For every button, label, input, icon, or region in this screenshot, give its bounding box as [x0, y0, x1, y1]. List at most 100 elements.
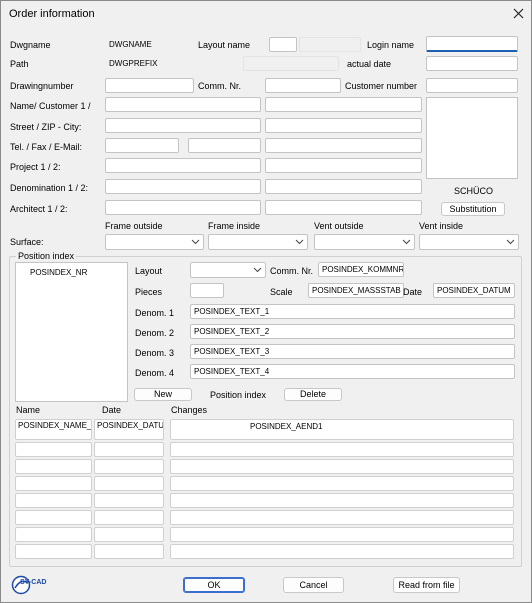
chevron-down-icon — [402, 237, 411, 247]
title-bar: Order information — [0, 0, 532, 28]
changes-text-cell[interactable] — [170, 527, 514, 542]
changes-name-cell[interactable] — [15, 476, 92, 491]
drawingnumber-field[interactable] — [105, 78, 194, 93]
pos-date-label: Date — [403, 287, 423, 297]
changes-text-cell[interactable] — [170, 459, 514, 474]
changes-text-cell[interactable] — [170, 544, 514, 559]
layout-select[interactable] — [190, 262, 266, 278]
changes-name-cell[interactable] — [15, 527, 92, 542]
customer-1-field[interactable] — [105, 97, 261, 112]
frame-inside-select[interactable] — [208, 234, 308, 250]
changes-date-cell[interactable] — [94, 459, 164, 474]
changes-name-cell[interactable]: POSINDEX_NAME_AEND1 — [15, 419, 92, 440]
changes-name-cell[interactable] — [15, 442, 92, 457]
customer-number-label: Customer number — [345, 81, 418, 91]
architect-2-field[interactable] — [265, 200, 422, 215]
changes-date-cell[interactable] — [94, 527, 164, 542]
fax-field[interactable] — [188, 138, 261, 153]
sy-cad-logo: SY-CAD — [11, 575, 49, 595]
delete-button[interactable]: Delete — [284, 388, 342, 401]
close-icon[interactable] — [512, 7, 525, 20]
denomination-1-field[interactable] — [105, 179, 261, 194]
changes-name-cell[interactable] — [15, 459, 92, 474]
new-button[interactable]: New — [134, 388, 192, 401]
email-field[interactable] — [265, 138, 422, 153]
login-name-field[interactable] — [426, 36, 518, 52]
changes-date-cell[interactable] — [94, 493, 164, 508]
path-extra-field — [243, 56, 339, 71]
name-customer-label: Name/ Customer 1 / — [10, 101, 91, 111]
frame-outside-select[interactable] — [105, 234, 204, 250]
read-from-file-button[interactable]: Read from file — [393, 577, 460, 593]
project-label: Project 1 / 2: — [10, 162, 61, 172]
changes-name-cell[interactable] — [15, 493, 92, 508]
list-item[interactable]: POSINDEX_NR — [30, 268, 87, 277]
actual-date-label: actual date — [347, 59, 392, 69]
logo-preview — [426, 97, 518, 179]
street-field[interactable] — [105, 118, 261, 133]
actual-date-field[interactable] — [426, 56, 518, 71]
layout-name-field[interactable] — [269, 37, 297, 52]
position-index-label: Position index — [210, 390, 267, 400]
scale-field[interactable]: POSINDEX_MASSSTAB — [308, 283, 404, 298]
denom-3-field[interactable]: POSINDEX_TEXT_3 — [190, 344, 515, 359]
customer-number-field[interactable] — [426, 78, 518, 93]
drawingnumber-label: Drawingnumber — [10, 81, 74, 91]
dwgname-label: Dwgname — [10, 40, 51, 50]
zip-city-field[interactable] — [265, 118, 422, 133]
changes-column-header: Changes — [171, 405, 208, 415]
path-field: DWGPREFIX — [105, 56, 241, 71]
changes-text-cell[interactable]: POSINDEX_AEND1 — [170, 419, 514, 440]
changes-date-cell[interactable] — [94, 476, 164, 491]
changes-text-cell[interactable] — [170, 442, 514, 457]
vent-inside-label: Vent inside — [419, 221, 464, 231]
pos-date-field[interactable]: POSINDEX_DATUM — [433, 283, 515, 298]
comm-nr-label: Comm. Nr. — [198, 81, 242, 91]
vent-outside-label: Vent outside — [314, 221, 364, 231]
vent-outside-select[interactable] — [314, 234, 415, 250]
cancel-button[interactable]: Cancel — [283, 577, 344, 593]
denom-1-label: Denom. 1 — [135, 308, 175, 318]
architect-1-field[interactable] — [105, 200, 261, 215]
changes-date-cell[interactable] — [94, 442, 164, 457]
layout-label: Layout — [135, 266, 163, 276]
changes-text-cell[interactable] — [170, 493, 514, 508]
sy-cad-logo-text: SY-CAD — [20, 579, 47, 586]
dwgname-field: DWGNAME — [105, 37, 195, 52]
project-2-field[interactable] — [265, 158, 422, 173]
changes-date-cell[interactable]: POSINDEX_DATUM_AEND1 — [94, 419, 164, 440]
changes-date-cell[interactable] — [94, 510, 164, 525]
denom-2-field[interactable]: POSINDEX_TEXT_2 — [190, 324, 515, 339]
pieces-field[interactable] — [190, 283, 224, 298]
layout-name-extra-field — [299, 37, 361, 52]
scale-label: Scale — [270, 287, 293, 297]
denom-4-field[interactable]: POSINDEX_TEXT_4 — [190, 364, 515, 379]
changes-text-cell[interactable] — [170, 510, 514, 525]
changes-name-cell[interactable] — [15, 544, 92, 559]
ok-button[interactable]: OK — [183, 577, 245, 593]
vent-inside-select[interactable] — [419, 234, 519, 250]
login-name-label: Login name — [367, 40, 415, 50]
logo-caption: SCHÜCO — [454, 186, 494, 196]
tel-field[interactable] — [105, 138, 179, 153]
position-index-group-label: Position index — [16, 251, 77, 262]
denom-1-field[interactable]: POSINDEX_TEXT_1 — [190, 304, 515, 319]
comm-nr-field[interactable] — [265, 78, 341, 93]
changes-text-cell[interactable] — [170, 476, 514, 491]
frame-outside-label: Frame outside — [105, 221, 163, 231]
changes-name-cell[interactable] — [15, 510, 92, 525]
chevron-down-icon — [506, 237, 515, 247]
project-1-field[interactable] — [105, 158, 261, 173]
changes-date-cell[interactable] — [94, 544, 164, 559]
surface-label: Surface: — [10, 237, 44, 247]
denomination-2-field[interactable] — [265, 179, 422, 194]
position-index-list[interactable]: POSINDEX_NR — [15, 262, 128, 402]
pos-comm-nr-field[interactable]: POSINDEX_KOMMNR — [318, 262, 404, 277]
frame-inside-label: Frame inside — [208, 221, 261, 231]
tel-fax-email-label: Tel. / Fax / E-Mail: — [10, 142, 83, 152]
chevron-down-icon — [191, 237, 200, 247]
substitution-button[interactable]: Substitution — [441, 202, 505, 216]
chevron-down-icon — [295, 237, 304, 247]
customer-2-field[interactable] — [265, 97, 422, 112]
denom-3-label: Denom. 3 — [135, 348, 175, 358]
